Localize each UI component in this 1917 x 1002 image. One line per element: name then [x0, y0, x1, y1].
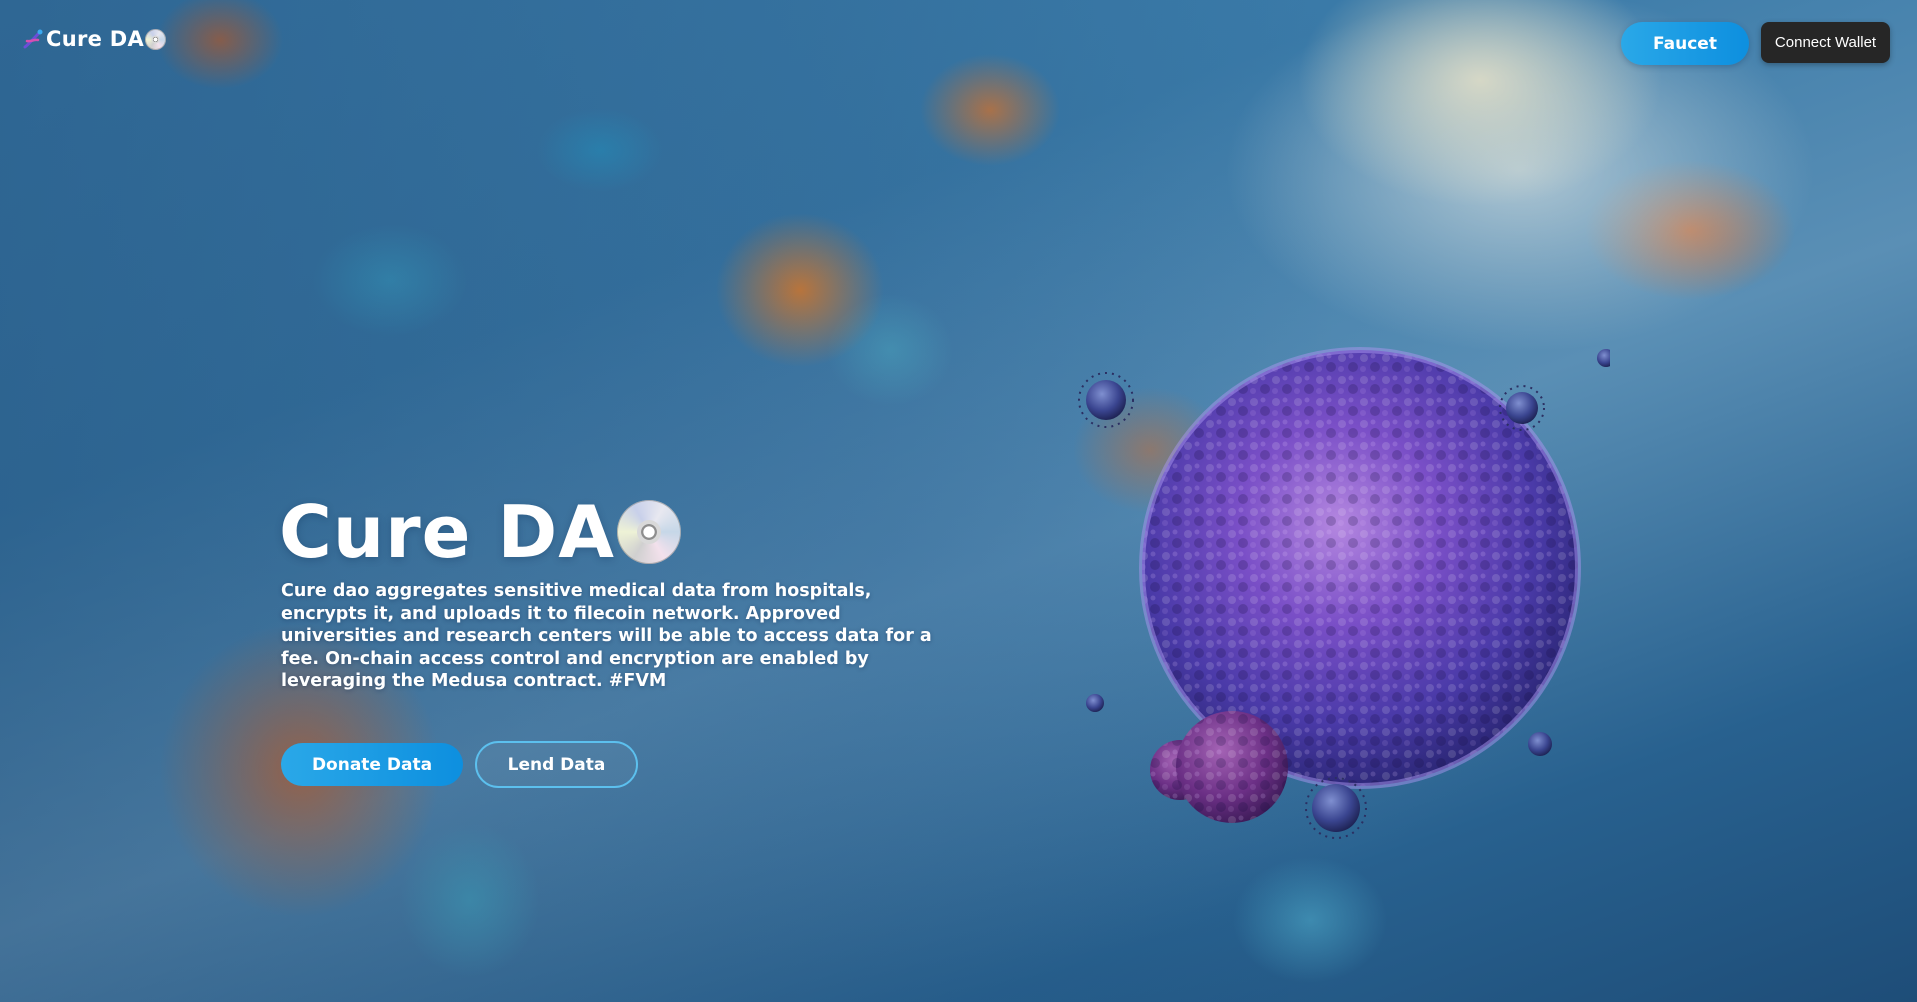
viewport: Cure DA Faucet Connect Wallet Cure DA Cu…	[0, 0, 1917, 1002]
faucet-button-label: Faucet	[1653, 33, 1717, 54]
faucet-button[interactable]: Faucet	[1621, 22, 1749, 65]
lend-data-label: Lend Data	[507, 754, 606, 775]
hero-title: Cure DA	[279, 490, 681, 574]
hero-title-text: Cure DA	[279, 490, 615, 574]
disc-icon	[145, 28, 167, 50]
dna-icon	[23, 29, 43, 49]
landing-page: Cure DA Faucet Connect Wallet Cure DA Cu…	[0, 0, 1917, 1002]
brand-logo[interactable]: Cure DA	[22, 24, 167, 54]
brand-name: Cure DA	[46, 27, 145, 51]
donate-data-button[interactable]: Donate Data	[281, 743, 463, 786]
hero-description: Cure dao aggregates sensitive medical da…	[281, 581, 932, 691]
donate-data-label: Donate Data	[311, 754, 433, 775]
top-navbar: Cure DA Faucet Connect Wallet	[0, 0, 1917, 80]
connect-wallet-button[interactable]: Connect Wallet	[1761, 22, 1890, 63]
lend-data-button[interactable]: Lend Data	[475, 741, 638, 788]
connect-wallet-label: Connect Wallet	[1774, 34, 1877, 51]
disc-icon	[617, 500, 681, 564]
cancer-cell-illustration	[1005, 330, 1615, 870]
